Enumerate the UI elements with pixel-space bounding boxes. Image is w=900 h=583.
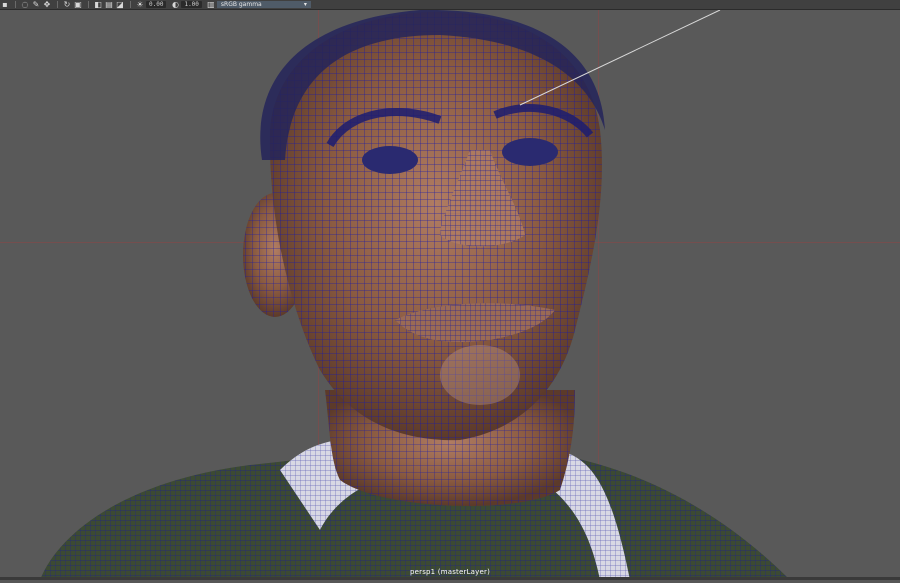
colorspace-dropdown[interactable]: sRGB gamma ▾ — [216, 1, 311, 8]
exposure-field[interactable]: 0.00 — [146, 1, 167, 8]
camera-icon[interactable]: ◧ — [93, 0, 103, 9]
exposure-icon: ☀ — [136, 0, 144, 9]
toolbar-separator — [130, 1, 131, 8]
gamma-icon: ◐ — [171, 0, 179, 9]
lasso-icon[interactable]: ◌ — [20, 0, 30, 9]
toolbar-separator — [15, 1, 16, 8]
move-icon[interactable]: ✥ — [42, 0, 52, 9]
viewport-bottom-bar — [0, 577, 900, 580]
rotate-icon[interactable]: ↻ — [62, 0, 72, 9]
chevron-down-icon: ▾ — [303, 1, 307, 8]
gate-icon[interactable]: ▤ — [104, 0, 114, 9]
wireframe-model[interactable] — [0, 10, 900, 580]
3d-viewport[interactable]: persp1 (masterLayer) — [0, 10, 900, 580]
gamma-field[interactable]: 1.00 — [181, 1, 202, 8]
snapshot-icon[interactable]: ◪ — [115, 0, 125, 9]
viewport-toolbar: ▪ ◌ ✎ ✥ ↻ ▣ ◧ ▤ ◪ ☀ 0.00 ◐ 1.00 ▥ sRGB g… — [0, 0, 900, 10]
toolbar-separator — [57, 1, 58, 8]
toolbar-separator — [88, 1, 89, 8]
eye-left — [362, 146, 418, 174]
view-transform-icon: ▥ — [207, 0, 215, 9]
chin — [440, 345, 520, 405]
colorspace-value: sRGB gamma — [220, 1, 262, 8]
scale-icon[interactable]: ▣ — [73, 0, 83, 9]
camera-label: persp1 (masterLayer) — [409, 568, 491, 576]
paint-icon[interactable]: ✎ — [31, 0, 41, 9]
select-icon[interactable]: ▪ — [0, 0, 10, 9]
eye-right — [502, 138, 558, 166]
